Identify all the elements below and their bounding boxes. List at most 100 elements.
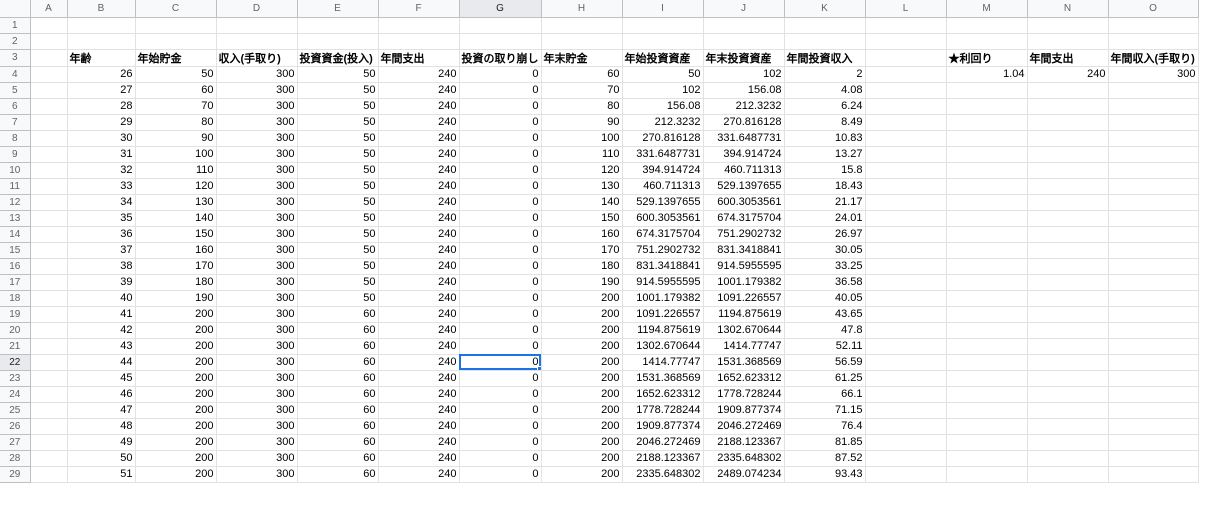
cell-g12[interactable]: 0 [459, 194, 542, 211]
cell-m11[interactable] [946, 178, 1028, 195]
cell-f1[interactable] [378, 17, 460, 34]
column-header-d[interactable]: D [216, 0, 298, 18]
column-header-k[interactable]: K [784, 0, 866, 18]
cell-b6[interactable]: 28 [67, 98, 136, 115]
cell-g18[interactable]: 0 [459, 290, 542, 307]
cell-f29[interactable]: 240 [378, 466, 460, 483]
cell-d11[interactable]: 300 [216, 178, 298, 195]
cell-d12[interactable]: 300 [216, 194, 298, 211]
cell-m2[interactable] [946, 33, 1028, 50]
cell-l18[interactable] [865, 290, 947, 307]
cell-l11[interactable] [865, 178, 947, 195]
row-header[interactable]: 21 [0, 338, 31, 355]
cell-k4[interactable]: 2 [784, 66, 866, 83]
cell-j4[interactable]: 102 [703, 66, 785, 83]
cell-m26[interactable] [946, 418, 1028, 435]
cell-b15[interactable]: 37 [67, 242, 136, 259]
cell-o25[interactable] [1108, 402, 1199, 419]
row-header[interactable]: 12 [0, 194, 31, 211]
cell-e15[interactable]: 50 [297, 242, 379, 259]
cell-i4[interactable]: 50 [622, 66, 704, 83]
row-header[interactable]: 20 [0, 322, 31, 339]
cell-f2[interactable] [378, 33, 460, 50]
cell-o9[interactable] [1108, 146, 1199, 163]
cell-o21[interactable] [1108, 338, 1199, 355]
cell-i6[interactable]: 156.08 [622, 98, 704, 115]
cell-k23[interactable]: 61.25 [784, 370, 866, 387]
cell-d4[interactable]: 300 [216, 66, 298, 83]
column-header-a[interactable]: A [30, 0, 68, 18]
cell-o3[interactable]: 年間収入(手取り) [1108, 49, 1199, 67]
cell-c3[interactable]: 年始貯金 [135, 49, 217, 67]
row-header[interactable]: 6 [0, 98, 31, 115]
row-header[interactable]: 7 [0, 114, 31, 131]
column-header-i[interactable]: I [622, 0, 704, 18]
cell-j20[interactable]: 1302.670644 [703, 322, 785, 339]
cell-e26[interactable]: 60 [297, 418, 379, 435]
cell-b7[interactable]: 29 [67, 114, 136, 131]
cell-j15[interactable]: 831.3418841 [703, 242, 785, 259]
cell-c4[interactable]: 50 [135, 66, 217, 83]
cell-j6[interactable]: 212.3232 [703, 98, 785, 115]
cell-j5[interactable]: 156.08 [703, 82, 785, 99]
cell-j23[interactable]: 1652.623312 [703, 370, 785, 387]
cell-j10[interactable]: 460.711313 [703, 162, 785, 179]
cell-c8[interactable]: 90 [135, 130, 217, 147]
cell-e1[interactable] [297, 17, 379, 34]
cell-h9[interactable]: 110 [541, 146, 623, 163]
cell-d18[interactable]: 300 [216, 290, 298, 307]
cell-h22[interactable]: 200 [541, 354, 623, 371]
cell-m29[interactable] [946, 466, 1028, 483]
cell-f5[interactable]: 240 [378, 82, 460, 99]
cell-b8[interactable]: 30 [67, 130, 136, 147]
row-header[interactable]: 8 [0, 130, 31, 147]
cell-g26[interactable]: 0 [459, 418, 542, 435]
cell-j3[interactable]: 年末投資資産 [703, 49, 785, 67]
row-header[interactable]: 15 [0, 242, 31, 259]
cell-a7[interactable] [30, 114, 68, 131]
cell-e17[interactable]: 50 [297, 274, 379, 291]
cell-j14[interactable]: 751.2902732 [703, 226, 785, 243]
cell-d21[interactable]: 300 [216, 338, 298, 355]
cell-h18[interactable]: 200 [541, 290, 623, 307]
cell-m20[interactable] [946, 322, 1028, 339]
column-header-b[interactable]: B [67, 0, 136, 18]
cell-g25[interactable]: 0 [459, 402, 542, 419]
cell-d28[interactable]: 300 [216, 450, 298, 467]
cell-f22[interactable]: 240 [378, 354, 460, 371]
cell-h3[interactable]: 年末貯金 [541, 49, 623, 67]
cell-g8[interactable]: 0 [459, 130, 542, 147]
cell-e7[interactable]: 50 [297, 114, 379, 131]
cell-b28[interactable]: 50 [67, 450, 136, 467]
cell-b24[interactable]: 46 [67, 386, 136, 403]
cell-h7[interactable]: 90 [541, 114, 623, 131]
cell-j11[interactable]: 529.1397655 [703, 178, 785, 195]
cell-a15[interactable] [30, 242, 68, 259]
cell-e5[interactable]: 50 [297, 82, 379, 99]
cell-m14[interactable] [946, 226, 1028, 243]
cell-n12[interactable] [1027, 194, 1109, 211]
cell-f10[interactable]: 240 [378, 162, 460, 179]
cell-d9[interactable]: 300 [216, 146, 298, 163]
cell-f25[interactable]: 240 [378, 402, 460, 419]
cell-c26[interactable]: 200 [135, 418, 217, 435]
cell-o2[interactable] [1108, 33, 1199, 50]
cell-k20[interactable]: 47.8 [784, 322, 866, 339]
cell-b20[interactable]: 42 [67, 322, 136, 339]
cell-l6[interactable] [865, 98, 947, 115]
cell-j25[interactable]: 1909.877374 [703, 402, 785, 419]
cell-f11[interactable]: 240 [378, 178, 460, 195]
cell-f23[interactable]: 240 [378, 370, 460, 387]
column-header-o[interactable]: O [1108, 0, 1199, 18]
cell-l25[interactable] [865, 402, 947, 419]
cell-d2[interactable] [216, 33, 298, 50]
cell-g1[interactable] [459, 17, 542, 34]
cell-b19[interactable]: 41 [67, 306, 136, 323]
row-header[interactable]: 17 [0, 274, 31, 291]
cell-a10[interactable] [30, 162, 68, 179]
cell-c7[interactable]: 80 [135, 114, 217, 131]
cell-a3[interactable] [30, 49, 68, 67]
cell-e12[interactable]: 50 [297, 194, 379, 211]
cell-b2[interactable] [67, 33, 136, 50]
row-header[interactable]: 16 [0, 258, 31, 275]
